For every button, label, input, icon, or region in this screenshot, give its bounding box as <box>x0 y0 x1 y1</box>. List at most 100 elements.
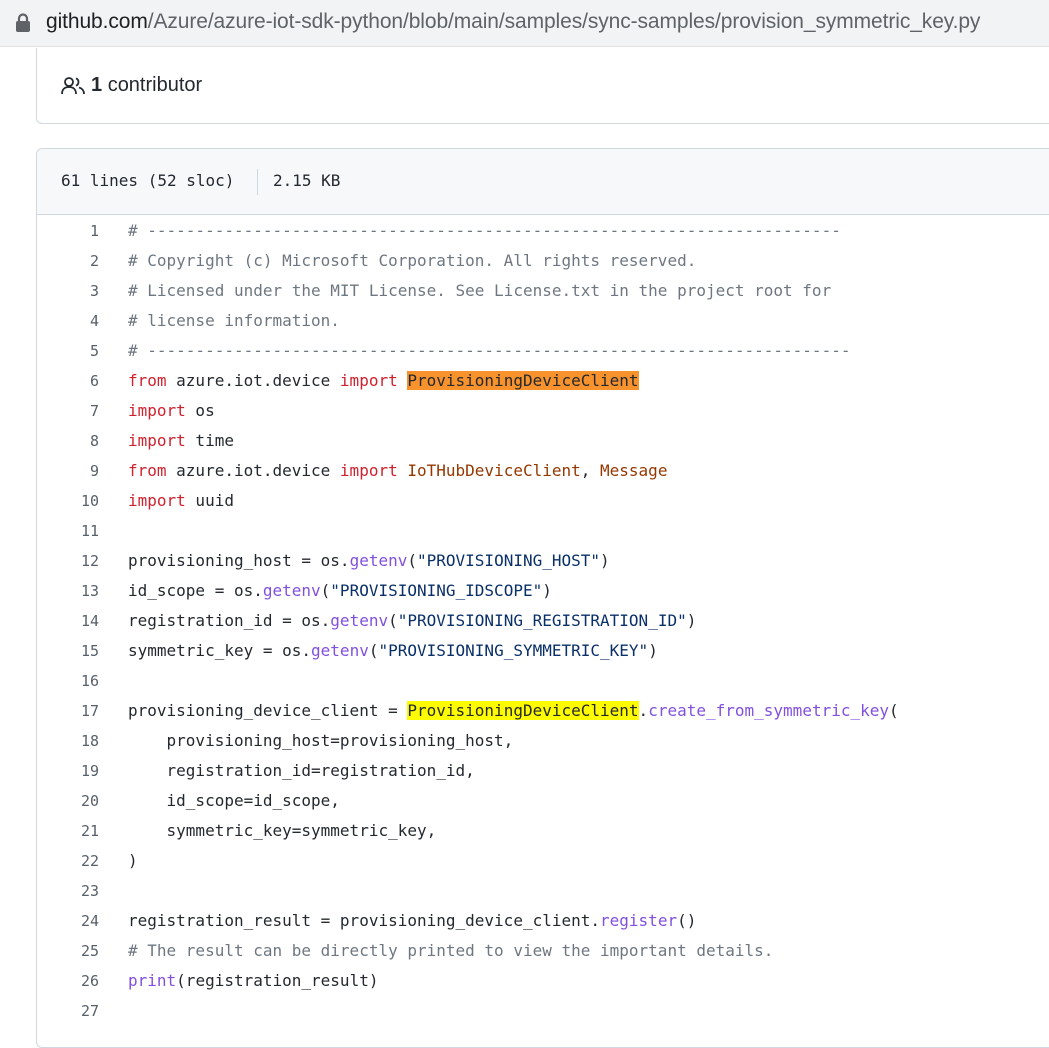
line-code: symmetric_key=symmetric_key, <box>128 816 437 846</box>
code-line: 26 print(registration_result) <box>37 966 1049 996</box>
line-code: registration_result = provisioning_devic… <box>128 906 696 936</box>
contributors-link[interactable]: 1 contributor <box>91 74 202 97</box>
code-token: provisioning_device_client = <box>128 701 408 720</box>
address-bar[interactable]: github.com/Azure/azure-iot-sdk-python/bl… <box>0 0 1049 47</box>
code-token: # The result can be directly printed to … <box>128 941 774 960</box>
line-number[interactable]: 18 <box>37 726 99 756</box>
line-number[interactable]: 23 <box>37 876 99 906</box>
code-token: ( <box>889 701 899 720</box>
code-token: ) <box>128 851 138 870</box>
code-token: . <box>638 701 649 720</box>
code-line: 21 symmetric_key=symmetric_key, <box>37 816 1049 846</box>
code-token: "PROVISIONING_HOST" <box>417 551 601 570</box>
code-token: # --------------------------------------… <box>128 341 851 360</box>
line-number[interactable]: 3 <box>37 276 99 306</box>
code-token: ProvisioningDeviceClient <box>407 701 639 720</box>
line-code: import os <box>128 396 215 426</box>
line-number[interactable]: 6 <box>37 366 99 396</box>
code-line: 23 <box>37 876 1049 906</box>
line-code: # --------------------------------------… <box>128 216 841 246</box>
line-number[interactable]: 20 <box>37 786 99 816</box>
code-token: "PROVISIONING_REGISTRATION_ID" <box>397 611 687 630</box>
line-number[interactable]: 11 <box>37 516 99 546</box>
url-text[interactable]: github.com/Azure/azure-iot-sdk-python/bl… <box>46 10 980 34</box>
line-number[interactable]: 1 <box>37 216 99 246</box>
code-token: id_scope=id_scope, <box>128 791 340 810</box>
code-token: provisioning_host=provisioning_host, <box>128 731 514 750</box>
line-number[interactable]: 26 <box>37 966 99 996</box>
line-number[interactable]: 7 <box>37 396 99 426</box>
line-code: registration_id=registration_id, <box>128 756 475 786</box>
line-number[interactable]: 4 <box>37 306 99 336</box>
line-code: provisioning_host=provisioning_host, <box>128 726 514 756</box>
line-code: registration_id = os.getenv("PROVISIONIN… <box>128 606 696 636</box>
code-token: provisioning_host = os. <box>128 551 350 570</box>
line-number[interactable]: 24 <box>37 906 99 936</box>
line-code: # Licensed under the MIT License. See Li… <box>128 276 831 306</box>
line-number[interactable]: 15 <box>37 636 99 666</box>
line-code: from azure.iot.device import Provisionin… <box>128 366 639 396</box>
code-token: symmetric_key = os. <box>128 641 312 660</box>
line-code: symmetric_key = os.getenv("PROVISIONING_… <box>128 636 658 666</box>
line-code: # license information. <box>128 306 340 336</box>
code-token: registration_result = provisioning_devic… <box>128 911 601 930</box>
code-token: registration_id=registration_id, <box>128 761 475 780</box>
line-number[interactable]: 2 <box>37 246 99 276</box>
code-line: 3 # Licensed under the MIT License. See L… <box>37 276 1049 306</box>
code-line: 22) <box>37 846 1049 876</box>
code-token: # Copyright (c) Microsoft Corporation. A… <box>128 251 697 270</box>
line-code: provisioning_device_client = Provisionin… <box>128 696 899 726</box>
line-code: id_scope=id_scope, <box>128 786 340 816</box>
code-token: ) <box>686 611 697 630</box>
code-line: 14 registration_id = os.getenv("PROVISION… <box>37 606 1049 636</box>
line-number[interactable]: 25 <box>37 936 99 966</box>
code-line: 27 <box>37 996 1049 1026</box>
code-token: # --------------------------------------… <box>128 221 841 240</box>
code-line: 17 provisioning_device_client = Provision… <box>37 696 1049 726</box>
line-number[interactable]: 27 <box>37 996 99 1026</box>
line-number[interactable]: 9 <box>37 456 99 486</box>
line-code: ) <box>128 846 138 876</box>
line-number[interactable]: 21 <box>37 816 99 846</box>
code-token: id_scope = os. <box>128 581 263 600</box>
line-code: # Copyright (c) Microsoft Corporation. A… <box>128 246 696 276</box>
code-token: ( <box>388 611 398 630</box>
code-token: getenv <box>311 641 369 660</box>
url-domain: github.com <box>46 10 148 33</box>
code-token: ( <box>407 551 417 570</box>
line-number[interactable]: 12 <box>37 546 99 576</box>
line-number[interactable]: 14 <box>37 606 99 636</box>
code-line: 2 # Copyright (c) Microsoft Corporation. … <box>37 246 1049 276</box>
code-line: 11 <box>37 516 1049 546</box>
code-view: 1 # -------------------------------------… <box>37 216 1049 1026</box>
code-token: import <box>339 461 398 480</box>
line-number[interactable]: 17 <box>37 696 99 726</box>
code-token: ProvisioningDeviceClient <box>407 371 639 390</box>
line-code: import time <box>128 426 234 456</box>
line-number[interactable]: 19 <box>37 756 99 786</box>
code-line: 4 # license information. <box>37 306 1049 336</box>
code-token: (registration_result) <box>176 971 379 990</box>
code-token: "PROVISIONING_SYMMETRIC_KEY" <box>378 641 649 660</box>
lock-icon[interactable] <box>14 13 32 33</box>
line-number[interactable]: 16 <box>37 666 99 696</box>
contributors-count: 1 <box>91 74 103 96</box>
line-number[interactable]: 5 <box>37 336 99 366</box>
line-number[interactable]: 22 <box>37 846 99 876</box>
code-token: import <box>128 431 186 450</box>
code-token: import <box>128 401 186 420</box>
line-code: import uuid <box>128 486 234 516</box>
code-line: 24 registration_result = provisioning_dev… <box>37 906 1049 936</box>
file-viewer: 61 lines (52 sloc) 2.15 KB 1 # ----------… <box>36 148 1049 1048</box>
line-number[interactable]: 8 <box>37 426 99 456</box>
code-token: () <box>677 911 697 930</box>
line-code: print(registration_result) <box>128 966 378 996</box>
code-line: 9 from azure.iot.device import IoTHubDevi… <box>37 456 1049 486</box>
code-line: 5 # -------------------------------------… <box>37 336 1049 366</box>
code-token: import <box>128 491 186 510</box>
line-number[interactable]: 10 <box>37 486 99 516</box>
line-number[interactable]: 13 <box>37 576 99 606</box>
code-token: getenv <box>349 551 408 570</box>
